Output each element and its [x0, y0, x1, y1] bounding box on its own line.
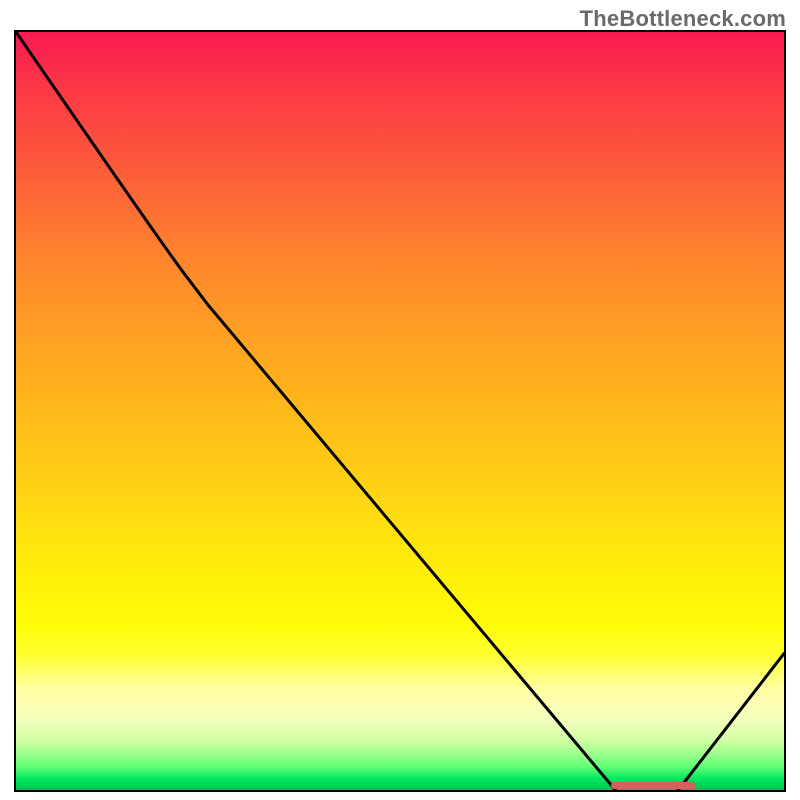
optimal-range-marker: [611, 782, 695, 789]
watermark-label: TheBottleneck.com: [580, 6, 786, 32]
plot-area: [14, 30, 786, 792]
curve-line: [16, 32, 784, 790]
chart-container: TheBottleneck.com: [0, 0, 800, 800]
